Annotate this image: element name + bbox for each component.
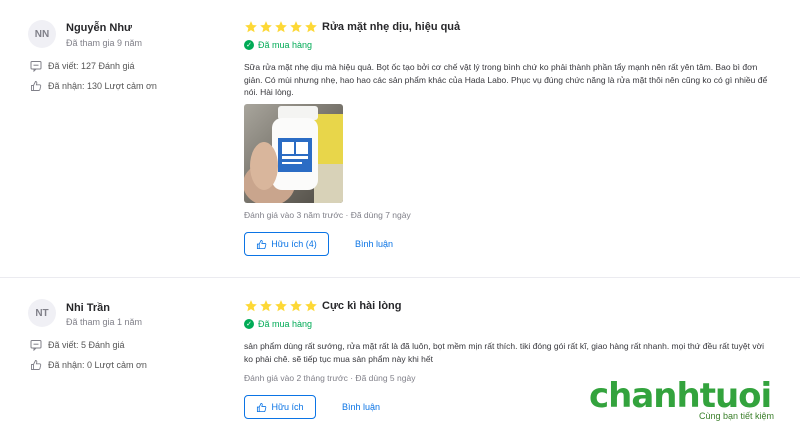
review-content: sản phẩm dùng rất sướng, rửa mặt rất là … xyxy=(244,341,765,364)
star-icon xyxy=(289,299,303,313)
avatar: NN xyxy=(28,20,56,48)
chanhtuoi-logo: chanhtuoi Cùng bạn tiết kiệm xyxy=(585,377,790,429)
star-icon xyxy=(274,299,288,313)
joined-date: Đã tham gia 9 năm xyxy=(66,38,143,48)
star-rating xyxy=(244,20,319,34)
check-icon: ✓ xyxy=(244,40,254,50)
helpful-label: Hữu ích (4) xyxy=(271,239,317,249)
reviews-written-label: Đã viết: 127 Đánh giá xyxy=(48,61,135,71)
review-title: Cực kì hài lòng xyxy=(322,300,402,312)
thanks-received-label: Đã nhận: 130 Lượt cảm ơn xyxy=(48,81,157,91)
star-icon xyxy=(259,20,273,34)
helpful-label: Hữu ích xyxy=(271,402,304,412)
reply-button[interactable]: Bình luận xyxy=(342,402,380,412)
check-icon: ✓ xyxy=(244,319,254,329)
star-rating xyxy=(244,299,319,313)
reviewer-name: Nhi Trần xyxy=(66,302,111,314)
star-icon xyxy=(244,299,258,313)
reviewer-name: Nguyễn Như xyxy=(66,22,133,34)
reviews-written: Đã viết: 127 Đánh giá xyxy=(30,60,135,72)
star-icon xyxy=(244,20,258,34)
reviews-written-label: Đã viết: 5 Đánh giá xyxy=(48,340,125,350)
thumbs-up-icon xyxy=(256,239,267,250)
helpful-button[interactable]: Hữu ích xyxy=(244,395,316,419)
comment-icon xyxy=(30,60,42,72)
thumbs-up-icon xyxy=(30,359,42,371)
purchased-label: Đã mua hàng xyxy=(258,319,313,329)
review-content: Sữa rửa mặt nhẹ dịu mà hiệu quả. Bọt ốc … xyxy=(244,62,768,97)
review-photo[interactable] xyxy=(244,104,343,203)
logo-text: chanhtuoi xyxy=(589,376,772,416)
purchased-badge: ✓ Đã mua hàng xyxy=(244,40,312,50)
thumbs-up-icon xyxy=(256,402,267,413)
star-icon xyxy=(304,20,318,34)
purchased-label: Đã mua hàng xyxy=(258,40,313,50)
purchased-badge: ✓ Đã mua hàng xyxy=(244,319,312,329)
reply-button[interactable]: Bình luận xyxy=(355,239,393,249)
logo-tagline: Cùng bạn tiết kiệm xyxy=(698,411,774,421)
star-icon xyxy=(259,299,273,313)
review-title: Rửa mặt nhẹ dịu, hiệu quả xyxy=(322,21,461,33)
thumbs-up-icon xyxy=(30,80,42,92)
star-icon xyxy=(274,20,288,34)
star-icon xyxy=(289,20,303,34)
thanks-received: Đã nhận: 0 Lượt cảm ơn xyxy=(30,359,147,371)
helpful-button[interactable]: Hữu ích (4) xyxy=(244,232,329,256)
review-meta: Đánh giá vào 2 tháng trước · Đã dùng 5 n… xyxy=(244,373,416,383)
reviews-written: Đã viết: 5 Đánh giá xyxy=(30,339,125,351)
product-photo-image xyxy=(244,104,343,203)
thanks-received-label: Đã nhận: 0 Lượt cảm ơn xyxy=(48,360,147,370)
review-item: NN Nguyễn Như Đã tham gia 9 năm Đã viết:… xyxy=(0,0,800,278)
review-meta: Đánh giá vào 3 năm trước · Đã dùng 7 ngà… xyxy=(244,210,411,220)
comment-icon xyxy=(30,339,42,351)
joined-date: Đã tham gia 1 năm xyxy=(66,317,143,327)
avatar: NT xyxy=(28,299,56,327)
thanks-received: Đã nhận: 130 Lượt cảm ơn xyxy=(30,80,157,92)
star-icon xyxy=(304,299,318,313)
